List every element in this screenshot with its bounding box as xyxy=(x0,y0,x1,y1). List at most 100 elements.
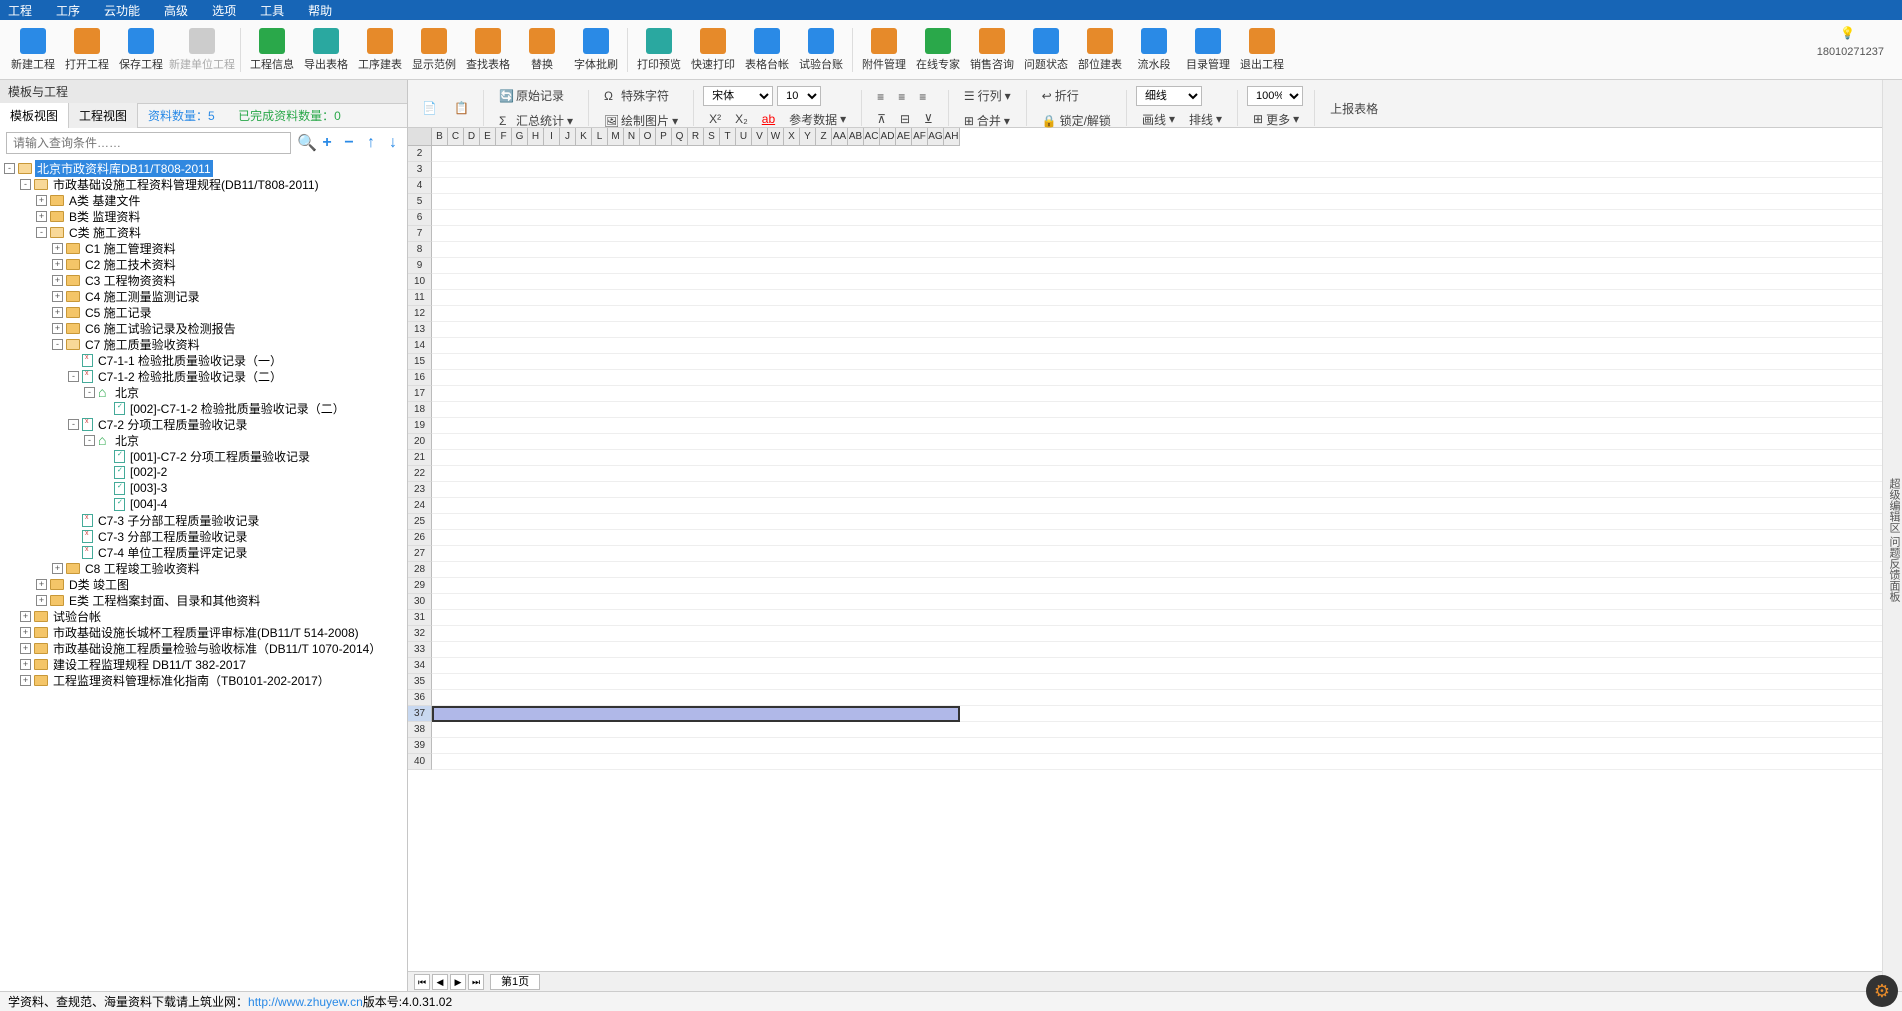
tool-工序建表[interactable]: 工序建表 xyxy=(353,22,407,78)
col-header[interactable]: P xyxy=(656,128,672,145)
col-header[interactable]: D xyxy=(464,128,480,145)
tree-node[interactable]: +市政基础设施工程质量检验与验收标准（DB11/T 1070-2014） xyxy=(0,640,407,656)
tree-node[interactable]: +B类 监理资料 xyxy=(0,208,407,224)
tree-node[interactable]: [001]-C7-2 分项工程质量验收记录 xyxy=(0,448,407,464)
tool-查找表格[interactable]: 查找表格 xyxy=(461,22,515,78)
row-header[interactable]: 15 xyxy=(408,354,432,370)
col-header[interactable]: AE xyxy=(896,128,912,145)
expand-icon[interactable]: + xyxy=(20,643,31,654)
tree-node[interactable]: -C7-1-2 检验批质量验收记录（二） xyxy=(0,368,407,384)
row-header[interactable]: 9 xyxy=(408,258,432,274)
col-header[interactable]: H xyxy=(528,128,544,145)
tree-node[interactable]: +E类 工程档案封面、目录和其他资料 xyxy=(0,592,407,608)
menu-item[interactable]: 帮助 xyxy=(308,2,332,19)
collapse-icon[interactable]: - xyxy=(84,387,95,398)
tree-node[interactable]: +A类 基建文件 xyxy=(0,192,407,208)
line-select[interactable]: 细线 xyxy=(1136,86,1202,106)
col-header[interactable]: G xyxy=(512,128,528,145)
tree-node[interactable]: +D类 竣工图 xyxy=(0,576,407,592)
col-header[interactable]: E xyxy=(480,128,496,145)
btn-rowcol[interactable]: ☰ 行列 ▾ xyxy=(958,84,1017,107)
page-last-icon[interactable]: ⏭ xyxy=(468,974,484,990)
row-header[interactable]: 14 xyxy=(408,338,432,354)
user-indicator[interactable]: 💡 18010271237 xyxy=(1817,26,1884,58)
col-header[interactable]: R xyxy=(688,128,704,145)
page-first-icon[interactable]: ⏮ xyxy=(414,974,430,990)
row-header[interactable]: 31 xyxy=(408,610,432,626)
tool-附件管理[interactable]: 附件管理 xyxy=(857,22,911,78)
col-header[interactable]: I xyxy=(544,128,560,145)
tool-目录管理[interactable]: 目录管理 xyxy=(1181,22,1235,78)
tree-node[interactable]: +C8 工程竣工验收资料 xyxy=(0,560,407,576)
tree-node[interactable]: -C7-2 分项工程质量验收记录 xyxy=(0,416,407,432)
collapse-icon[interactable]: - xyxy=(36,227,47,238)
col-header[interactable]: F xyxy=(496,128,512,145)
expand-icon[interactable]: + xyxy=(20,611,31,622)
copy-icon[interactable]: 📄 xyxy=(416,98,442,118)
expand-icon[interactable]: + xyxy=(36,211,47,222)
row-header[interactable]: 39 xyxy=(408,738,432,754)
tool-新建单位工程[interactable]: 新建单位工程 xyxy=(168,22,236,78)
col-header[interactable]: V xyxy=(752,128,768,145)
tool-部位建表[interactable]: 部位建表 xyxy=(1073,22,1127,78)
col-header[interactable]: AB xyxy=(848,128,864,145)
menu-item[interactable]: 工序 xyxy=(56,2,80,19)
row-header[interactable]: 4 xyxy=(408,178,432,194)
tree-node[interactable]: +工程监理资料管理标准化指南（TB0101-202-2017） xyxy=(0,672,407,688)
col-header[interactable]: S xyxy=(704,128,720,145)
paste-icon[interactable]: 📋 xyxy=(448,98,474,118)
row-header[interactable]: 20 xyxy=(408,434,432,450)
tree-node[interactable]: +C2 施工技术资料 xyxy=(0,256,407,272)
tool-表格台帐[interactable]: 表格台帐 xyxy=(740,22,794,78)
row-header[interactable]: 27 xyxy=(408,546,432,562)
tree-node[interactable]: +C6 施工试验记录及检测报告 xyxy=(0,320,407,336)
col-header[interactable]: AD xyxy=(880,128,896,145)
menu-item[interactable]: 高级 xyxy=(164,2,188,19)
align-right-icon[interactable]: ≡ xyxy=(913,87,932,107)
spreadsheet[interactable]: BCDEFGHIJKLMNOPQRSTUVWXYZAAABACADAEAFAGA… xyxy=(408,128,1882,971)
col-header[interactable]: B xyxy=(432,128,448,145)
tool-退出工程[interactable]: 退出工程 xyxy=(1235,22,1289,78)
search-icon[interactable]: 🔍 xyxy=(297,133,313,153)
row-header[interactable]: 18 xyxy=(408,402,432,418)
row-header[interactable]: 29 xyxy=(408,578,432,594)
down-icon[interactable]: ↓ xyxy=(385,134,401,152)
menu-item[interactable]: 工程 xyxy=(8,2,32,19)
size-select[interactable]: 10 xyxy=(777,86,821,106)
tool-销售咨询[interactable]: 销售咨询 xyxy=(965,22,1019,78)
row-header[interactable]: 10 xyxy=(408,274,432,290)
collapse-icon[interactable]: - xyxy=(68,419,79,430)
tree-node[interactable]: C7-1-1 检验批质量验收记录（一） xyxy=(0,352,407,368)
remove-icon[interactable]: − xyxy=(341,134,357,152)
expand-icon[interactable]: + xyxy=(52,563,63,574)
col-header[interactable]: AF xyxy=(912,128,928,145)
col-header[interactable]: X xyxy=(784,128,800,145)
col-header[interactable]: W xyxy=(768,128,784,145)
up-icon[interactable]: ↑ xyxy=(363,134,379,152)
tool-替换[interactable]: 替换 xyxy=(515,22,569,78)
tree-node[interactable]: C7-3 分部工程质量验收记录 xyxy=(0,528,407,544)
page-tab[interactable]: 第1页 xyxy=(490,974,540,990)
collapse-icon[interactable]: - xyxy=(20,179,31,190)
tree-node[interactable]: +C1 施工管理资料 xyxy=(0,240,407,256)
row-header[interactable]: 7 xyxy=(408,226,432,242)
row-header[interactable]: 11 xyxy=(408,290,432,306)
valign-top-icon[interactable]: ⊼ xyxy=(871,109,892,129)
tool-保存工程[interactable]: 保存工程 xyxy=(114,22,168,78)
menu-item[interactable]: 选项 xyxy=(212,2,236,19)
row-header[interactable]: 23 xyxy=(408,482,432,498)
tree-node[interactable]: -北京 xyxy=(0,384,407,400)
col-header[interactable]: N xyxy=(624,128,640,145)
col-header[interactable]: AA xyxy=(832,128,848,145)
tab-template-view[interactable]: 模板视图 xyxy=(0,103,69,128)
tree-view[interactable]: -北京市政资料库DB11/T808-2011-市政基础设施工程资料管理规程(DB… xyxy=(0,158,407,991)
tree-node[interactable]: +C4 施工测量监测记录 xyxy=(0,288,407,304)
btn-upload-table[interactable]: 上报表格 xyxy=(1324,97,1384,120)
row-header[interactable]: 32 xyxy=(408,626,432,642)
expand-icon[interactable]: + xyxy=(36,595,47,606)
btn-raw-record[interactable]: 🔄原始记录 xyxy=(493,84,579,107)
expand-icon[interactable]: + xyxy=(52,291,63,302)
settings-gear-icon[interactable]: ⚙ xyxy=(1866,975,1898,1007)
btn-wrap[interactable]: ↩ 折行 xyxy=(1036,84,1117,107)
right-sidebar[interactable]: 超级编辑区 问题反馈面板 xyxy=(1882,80,1902,991)
